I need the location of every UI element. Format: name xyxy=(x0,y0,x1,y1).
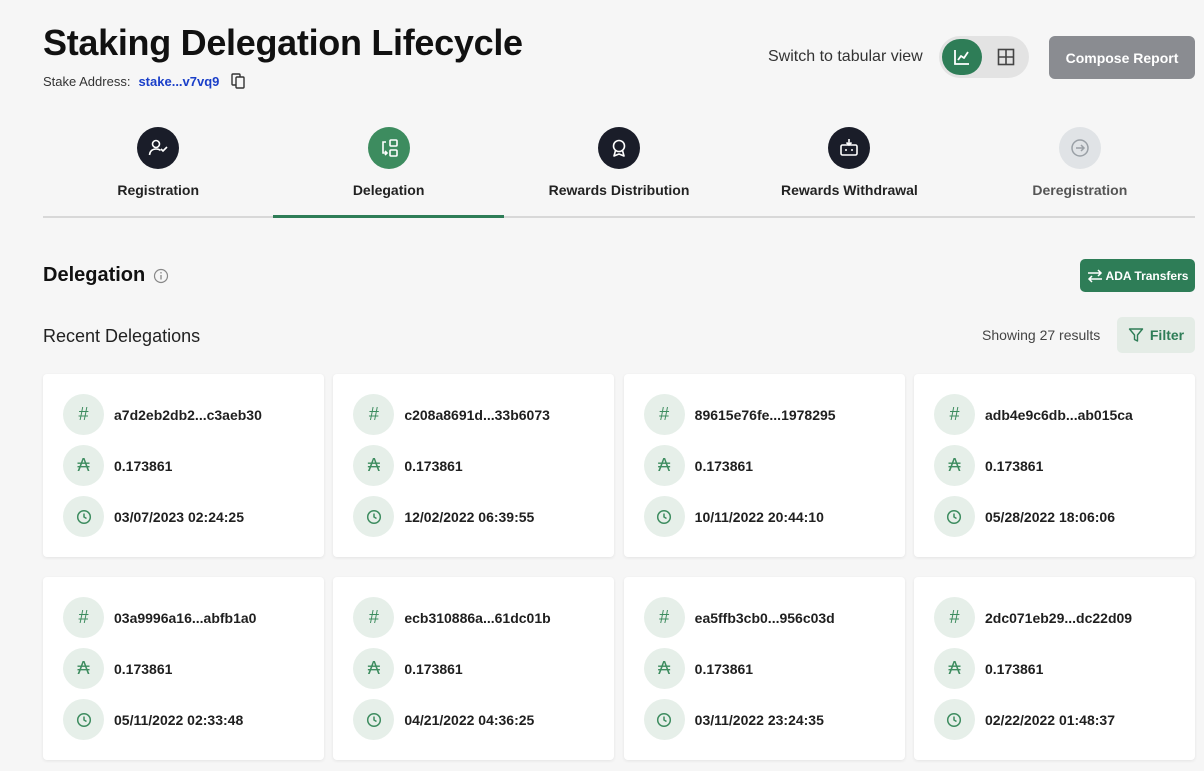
step-label: Deregistration xyxy=(1032,182,1128,198)
step-rewards-distribution[interactable]: Rewards Distribution xyxy=(504,120,734,216)
timestamp: 12/02/2022 06:39:55 xyxy=(404,508,535,525)
step-label: Rewards Withdrawal xyxy=(781,182,918,198)
ada-icon: ₳ xyxy=(63,445,104,486)
clock-icon xyxy=(643,496,685,537)
award-icon xyxy=(598,127,641,169)
clock-icon xyxy=(63,496,104,537)
page-title: Staking Delegation Lifecycle xyxy=(43,22,523,63)
amount: 0.173861 xyxy=(114,457,173,474)
step-delegation[interactable]: Delegation xyxy=(273,120,505,218)
tx-hash[interactable]: adb4e9c6db...ab015ca xyxy=(985,407,1133,423)
clock-icon xyxy=(933,496,975,537)
lifecycle-steps: Registration Delegation Rewards Distribu… xyxy=(43,120,1195,218)
ada-transfers-button[interactable]: ADA Transfers xyxy=(1080,259,1195,292)
hash-icon: # xyxy=(353,394,395,435)
delegation-card[interactable]: #03a9996a16...abfb1a0 ₳ 0.173861 05/11/20… xyxy=(43,577,324,760)
step-label: Registration xyxy=(117,182,200,198)
step-label: Rewards Distribution xyxy=(548,182,690,198)
switch-view-label: Switch to tabular view xyxy=(768,48,923,65)
ada-icon: ₳ xyxy=(63,648,104,689)
clock-icon xyxy=(63,699,104,740)
hash-icon: # xyxy=(933,597,975,638)
stake-address-label: Stake Address: xyxy=(43,73,131,89)
step-rewards-withdrawal[interactable]: Rewards Withdrawal xyxy=(734,120,964,216)
step-deregistration[interactable]: Deregistration xyxy=(965,120,1195,216)
hash-icon: # xyxy=(353,597,395,638)
delegation-cards: # a7d2eb2db2...c3aeb30 ₳ 0.173861 03/07/20… xyxy=(43,374,1195,760)
delegation-card[interactable]: # c208a8691d...33b6073 ₳ 0.173861 12/02/20… xyxy=(333,374,615,557)
hash-icon: # xyxy=(63,597,104,638)
table-view-toggle[interactable] xyxy=(986,39,1026,75)
filter-icon xyxy=(1128,328,1144,342)
amount: 0.173861 xyxy=(404,660,463,677)
delegation-card[interactable]: # ecb310886a...61dc01b ₳ 0.173861 04/21/20… xyxy=(333,577,615,760)
clock-icon xyxy=(933,699,975,740)
withdrawal-icon xyxy=(828,127,871,169)
info-icon[interactable] xyxy=(153,268,169,284)
hash-icon: # xyxy=(643,597,685,638)
view-toggle xyxy=(939,36,1029,78)
delegation-card[interactable]: #2dc071eb29...dc22d09 ₳ 0.173861 02/22/20… xyxy=(913,577,1195,760)
amount: 0.173861 xyxy=(984,660,1044,677)
step-registration[interactable]: Registration xyxy=(43,120,273,216)
amount: 0.173861 xyxy=(694,660,754,677)
user-check-icon xyxy=(137,127,180,169)
timestamp: 03/07/2023 02:24:25 xyxy=(114,508,244,525)
amount: 0.173861 xyxy=(694,457,754,474)
ada-icon: ₳ xyxy=(933,648,975,689)
tx-hash[interactable]: 2dc071eb29...dc22d09 xyxy=(985,610,1132,626)
delegation-card[interactable]: # ea5ffb3cb0...956c03d ₳ 0.173861 03/11/20… xyxy=(623,577,905,760)
delegation-card[interactable]: #89615e76fe...1978295 ₳ 0.173861 10/11/20… xyxy=(623,374,905,557)
ada-transfers-label: ADA Transfers xyxy=(1105,268,1189,283)
transfer-icon xyxy=(1087,268,1102,283)
recent-delegations-heading: Recent Delegations xyxy=(43,326,201,346)
amount: 0.173861 xyxy=(114,660,173,677)
chart-view-toggle[interactable] xyxy=(942,39,982,75)
grid-icon xyxy=(997,48,1015,66)
chart-icon xyxy=(954,50,969,65)
stake-address-link[interactable]: stake...v7vq9 xyxy=(138,74,219,89)
results-count: Showing 27 results xyxy=(982,327,1101,343)
clock-icon xyxy=(353,699,395,740)
stake-address-row: Stake Address: stake...v7vq9 xyxy=(43,73,246,89)
amount: 0.173861 xyxy=(984,457,1044,474)
filter-label: Filter xyxy=(1149,327,1185,343)
ada-icon: ₳ xyxy=(933,445,975,486)
tx-hash[interactable]: ea5ffb3cb0...956c03d xyxy=(695,610,835,626)
compose-report-button[interactable]: Compose Report xyxy=(1049,36,1195,79)
copy-icon[interactable] xyxy=(231,73,246,89)
amount: 0.173861 xyxy=(404,457,463,474)
tx-hash[interactable]: 03a9996a16...abfb1a0 xyxy=(114,610,256,626)
ada-icon: ₳ xyxy=(643,445,685,486)
filter-button[interactable]: Filter xyxy=(1117,317,1195,353)
clock-icon xyxy=(353,496,395,537)
page: Staking Delegation Lifecycle Stake Addre… xyxy=(0,0,1204,771)
section-title: Delegation xyxy=(43,264,169,287)
delegation-icon xyxy=(367,127,410,169)
tx-hash[interactable]: 89615e76fe...1978295 xyxy=(695,407,836,423)
timestamp: 10/11/2022 20:44:10 xyxy=(694,508,824,525)
clock-icon xyxy=(643,699,685,740)
timestamp: 05/11/2022 02:33:48 xyxy=(114,711,244,728)
ada-icon: ₳ xyxy=(353,648,395,689)
hash-icon: # xyxy=(643,394,685,435)
section-title-text: Delegation xyxy=(43,264,146,286)
exit-icon xyxy=(1058,127,1101,169)
ada-icon: ₳ xyxy=(643,648,685,689)
delegation-card[interactable]: # a7d2eb2db2...c3aeb30 ₳ 0.173861 03/07/20… xyxy=(43,374,324,557)
tx-hash[interactable]: c208a8691d...33b6073 xyxy=(404,407,550,423)
delegation-card[interactable]: # adb4e9c6db...ab015ca ₳ 0.173861 05/28/20… xyxy=(913,374,1195,557)
timestamp: 05/28/2022 18:06:06 xyxy=(984,508,1115,525)
timestamp: 03/11/2022 23:24:35 xyxy=(694,711,824,728)
timestamp: 04/21/2022 04:36:25 xyxy=(404,711,535,728)
hash-icon: # xyxy=(63,394,104,435)
ada-icon: ₳ xyxy=(353,445,395,486)
tx-hash[interactable]: ecb310886a...61dc01b xyxy=(404,610,550,626)
step-label: Delegation xyxy=(352,182,425,198)
tx-hash[interactable]: a7d2eb2db2...c3aeb30 xyxy=(114,407,262,423)
timestamp: 02/22/2022 01:48:37 xyxy=(984,711,1115,728)
hash-icon: # xyxy=(933,394,975,435)
